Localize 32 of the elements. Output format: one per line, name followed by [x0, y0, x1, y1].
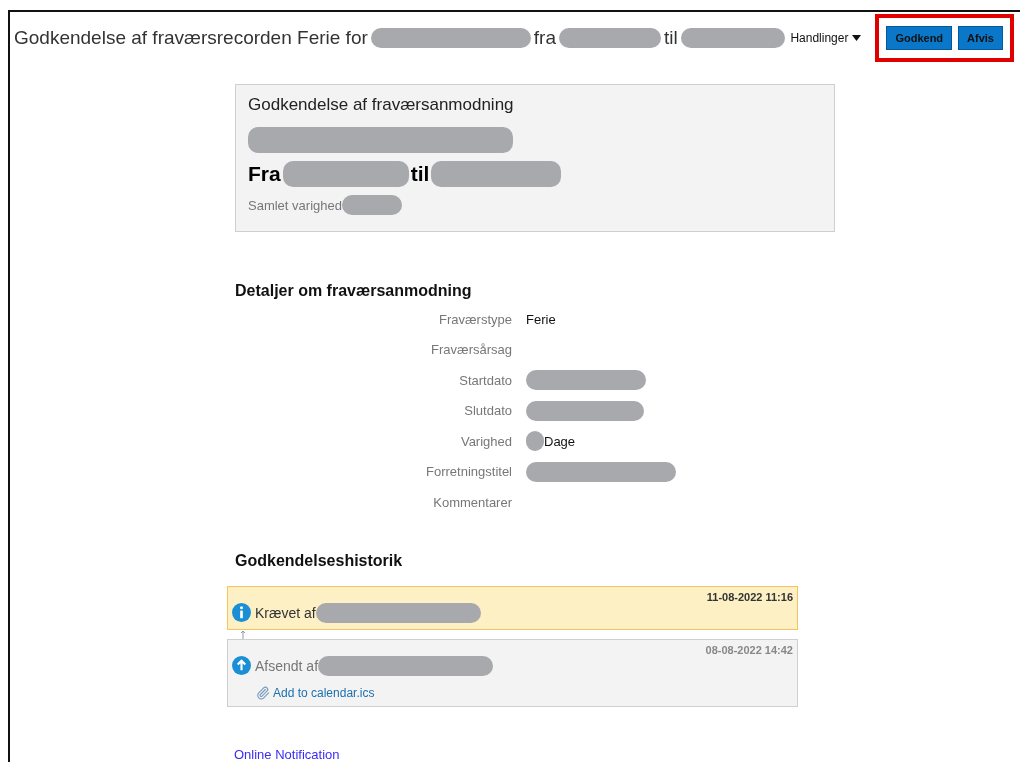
- text: Ferie: [526, 311, 556, 327]
- field-label: Varighed: [459, 433, 512, 449]
- text: Godkendelse af fraværsrecorden Ferie for: [14, 27, 368, 49]
- text: fra: [533, 27, 556, 49]
- action-text: Krævet af: [255, 604, 316, 621]
- field-label: Fraværsårsag: [430, 342, 512, 358]
- card-title: Godkendelse af fraværsanmodning: [248, 95, 514, 115]
- field-label: Kommentarer: [432, 494, 512, 510]
- notification-link[interactable]: Online Notification: [234, 746, 340, 762]
- attachment-link[interactable]: Add to calendar.ics: [256, 685, 793, 700]
- timestamp: 11-08-2022 11:16: [705, 590, 793, 603]
- field-label: Forretningstitel: [425, 464, 512, 480]
- info-icon: [232, 603, 251, 622]
- text: Dage: [544, 433, 576, 449]
- field-label: Fraværstype: [438, 311, 512, 327]
- text: til: [410, 162, 430, 186]
- arrow-up-icon: [232, 656, 251, 675]
- text: til: [663, 27, 678, 49]
- field-label: Slutdato: [463, 403, 512, 419]
- timestamp: 08-08-2022 14:42: [704, 643, 793, 656]
- field-label: Startdato: [458, 372, 512, 388]
- action-text: Afsendt af: [255, 657, 319, 674]
- caret-icon: [852, 35, 862, 41]
- connector-arrow: [240, 629, 246, 639]
- paperclip-icon: [256, 685, 270, 700]
- section-heading: Detaljer om fraværsanmodning: [235, 282, 473, 300]
- text: Fra: [248, 162, 281, 186]
- duration-label: Samlet varighed: [248, 197, 342, 213]
- actions-menu[interactable]: Handlinger: [790, 31, 862, 45]
- section-heading: Godkendelseshistorik: [235, 551, 404, 570]
- action-button[interactable]: Godkend: [886, 26, 953, 50]
- action-button[interactable]: Afvis: [958, 26, 1003, 50]
